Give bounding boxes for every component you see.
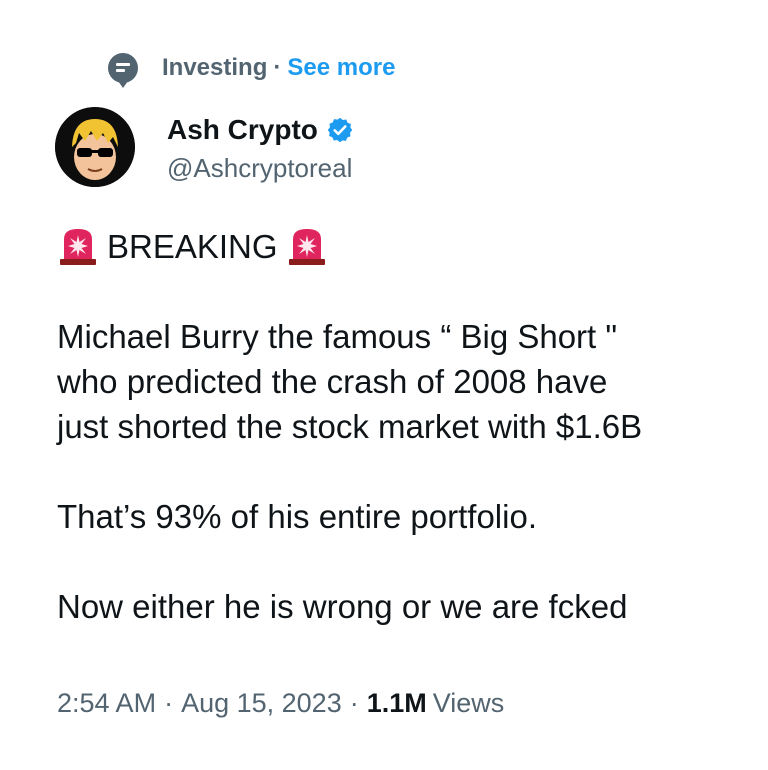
author-row: Ash Crypto @Ashcryptoreal	[55, 107, 354, 187]
tweet-paragraph: Now either he is wrong or we are fcked	[57, 588, 628, 625]
topic-icon	[108, 53, 138, 88]
breaking-line: BREAKING	[57, 222, 757, 270]
rotating-light-icon	[288, 229, 325, 265]
breaking-headline: BREAKING	[107, 227, 278, 265]
user-handle[interactable]: @Ashcryptoreal	[167, 153, 354, 184]
meta-separator: ·	[349, 688, 359, 718]
tweet-date[interactable]: Aug 15, 2023	[181, 688, 342, 719]
tweet-paragraph: That’s 93% of his entire portfolio.	[57, 498, 537, 535]
rotating-light-icon	[60, 229, 96, 265]
verified-badge-icon	[327, 117, 353, 142]
topic-context-row: Investing · See more	[108, 50, 395, 88]
display-name[interactable]: Ash Crypto	[167, 114, 318, 146]
avatar[interactable]	[55, 107, 135, 187]
topic-separator: ·	[273, 54, 282, 81]
topic-label[interactable]: Investing	[162, 54, 267, 82]
views-count: 1.1M	[366, 688, 427, 718]
tweet-time[interactable]: 2:54 AM	[57, 688, 156, 719]
tweet-paragraph: Michael Burry the famous “ Big Short " w…	[57, 318, 643, 445]
meta-separator: ·	[164, 688, 174, 718]
tweet-meta: 2:54 AM · Aug 15, 2023 · 1.1M Views	[57, 688, 504, 719]
views-label: Views	[432, 688, 505, 718]
tweet-text: BREAKING Michael Burry the famous “ Big …	[57, 222, 757, 674]
see-more-link[interactable]: See more	[287, 54, 395, 82]
